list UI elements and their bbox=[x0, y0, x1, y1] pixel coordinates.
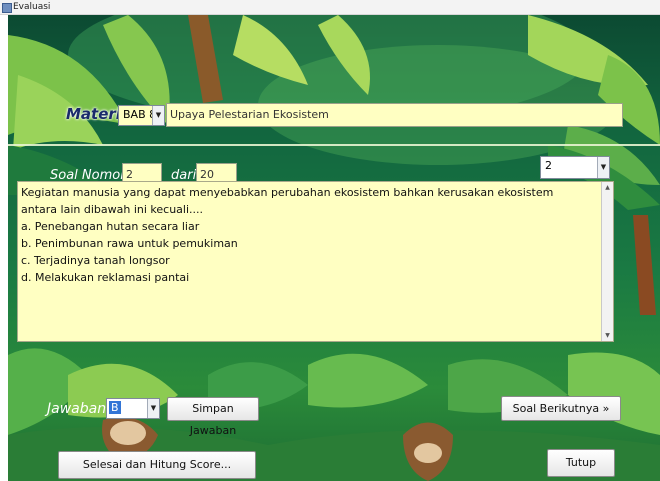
jawaban-select[interactable]: B ▼ bbox=[106, 398, 160, 419]
app-icon bbox=[2, 3, 12, 13]
scroll-up-icon[interactable]: ▲ bbox=[602, 182, 613, 193]
jawaban-value: B bbox=[109, 401, 121, 414]
option-d: d. Melakukan reklamasi pantai bbox=[21, 271, 190, 284]
option-a: a. Penebangan hutan secara liar bbox=[21, 220, 200, 233]
jawaban-label: Jawaban: bbox=[47, 401, 111, 417]
simpan-jawaban-button[interactable]: Simpan Jawaban bbox=[167, 397, 259, 437]
materi-topic-field[interactable]: Upaya Pelestarian Ekosistem bbox=[166, 103, 623, 127]
chevron-down-icon[interactable]: ▼ bbox=[597, 157, 609, 178]
chevron-down-icon[interactable]: ▼ bbox=[147, 399, 159, 418]
soal-selector[interactable]: 2 ▼ bbox=[540, 156, 610, 179]
chevron-down-icon[interactable]: ▼ bbox=[152, 106, 164, 125]
selesai-hitung-score-button[interactable]: Selesai dan Hitung Score... bbox=[58, 451, 256, 479]
option-b: b. Penimbunan rawa untuk pemukiman bbox=[21, 237, 238, 250]
question-textbox[interactable]: Kegiatan manusia yang dapat menyebabkan … bbox=[17, 181, 614, 342]
window-title: Evaluasi bbox=[13, 2, 51, 12]
question-text: Kegiatan manusia yang dapat menyebabkan … bbox=[21, 186, 554, 216]
window-titlebar: Evaluasi bbox=[0, 0, 660, 15]
option-c: c. Terjadinya tanah longsor bbox=[21, 254, 170, 267]
soal-berikutnya-button[interactable]: Soal Berikutnya » bbox=[501, 396, 621, 421]
scroll-down-icon[interactable]: ▼ bbox=[602, 330, 613, 341]
question-scrollbar[interactable]: ▲ ▼ bbox=[601, 182, 613, 341]
soal-selector-value: 2 bbox=[545, 159, 552, 172]
bab-select[interactable]: BAB 8 ▼ bbox=[118, 105, 165, 126]
separator-line bbox=[8, 144, 660, 146]
tutup-button[interactable]: Tutup bbox=[547, 449, 615, 477]
